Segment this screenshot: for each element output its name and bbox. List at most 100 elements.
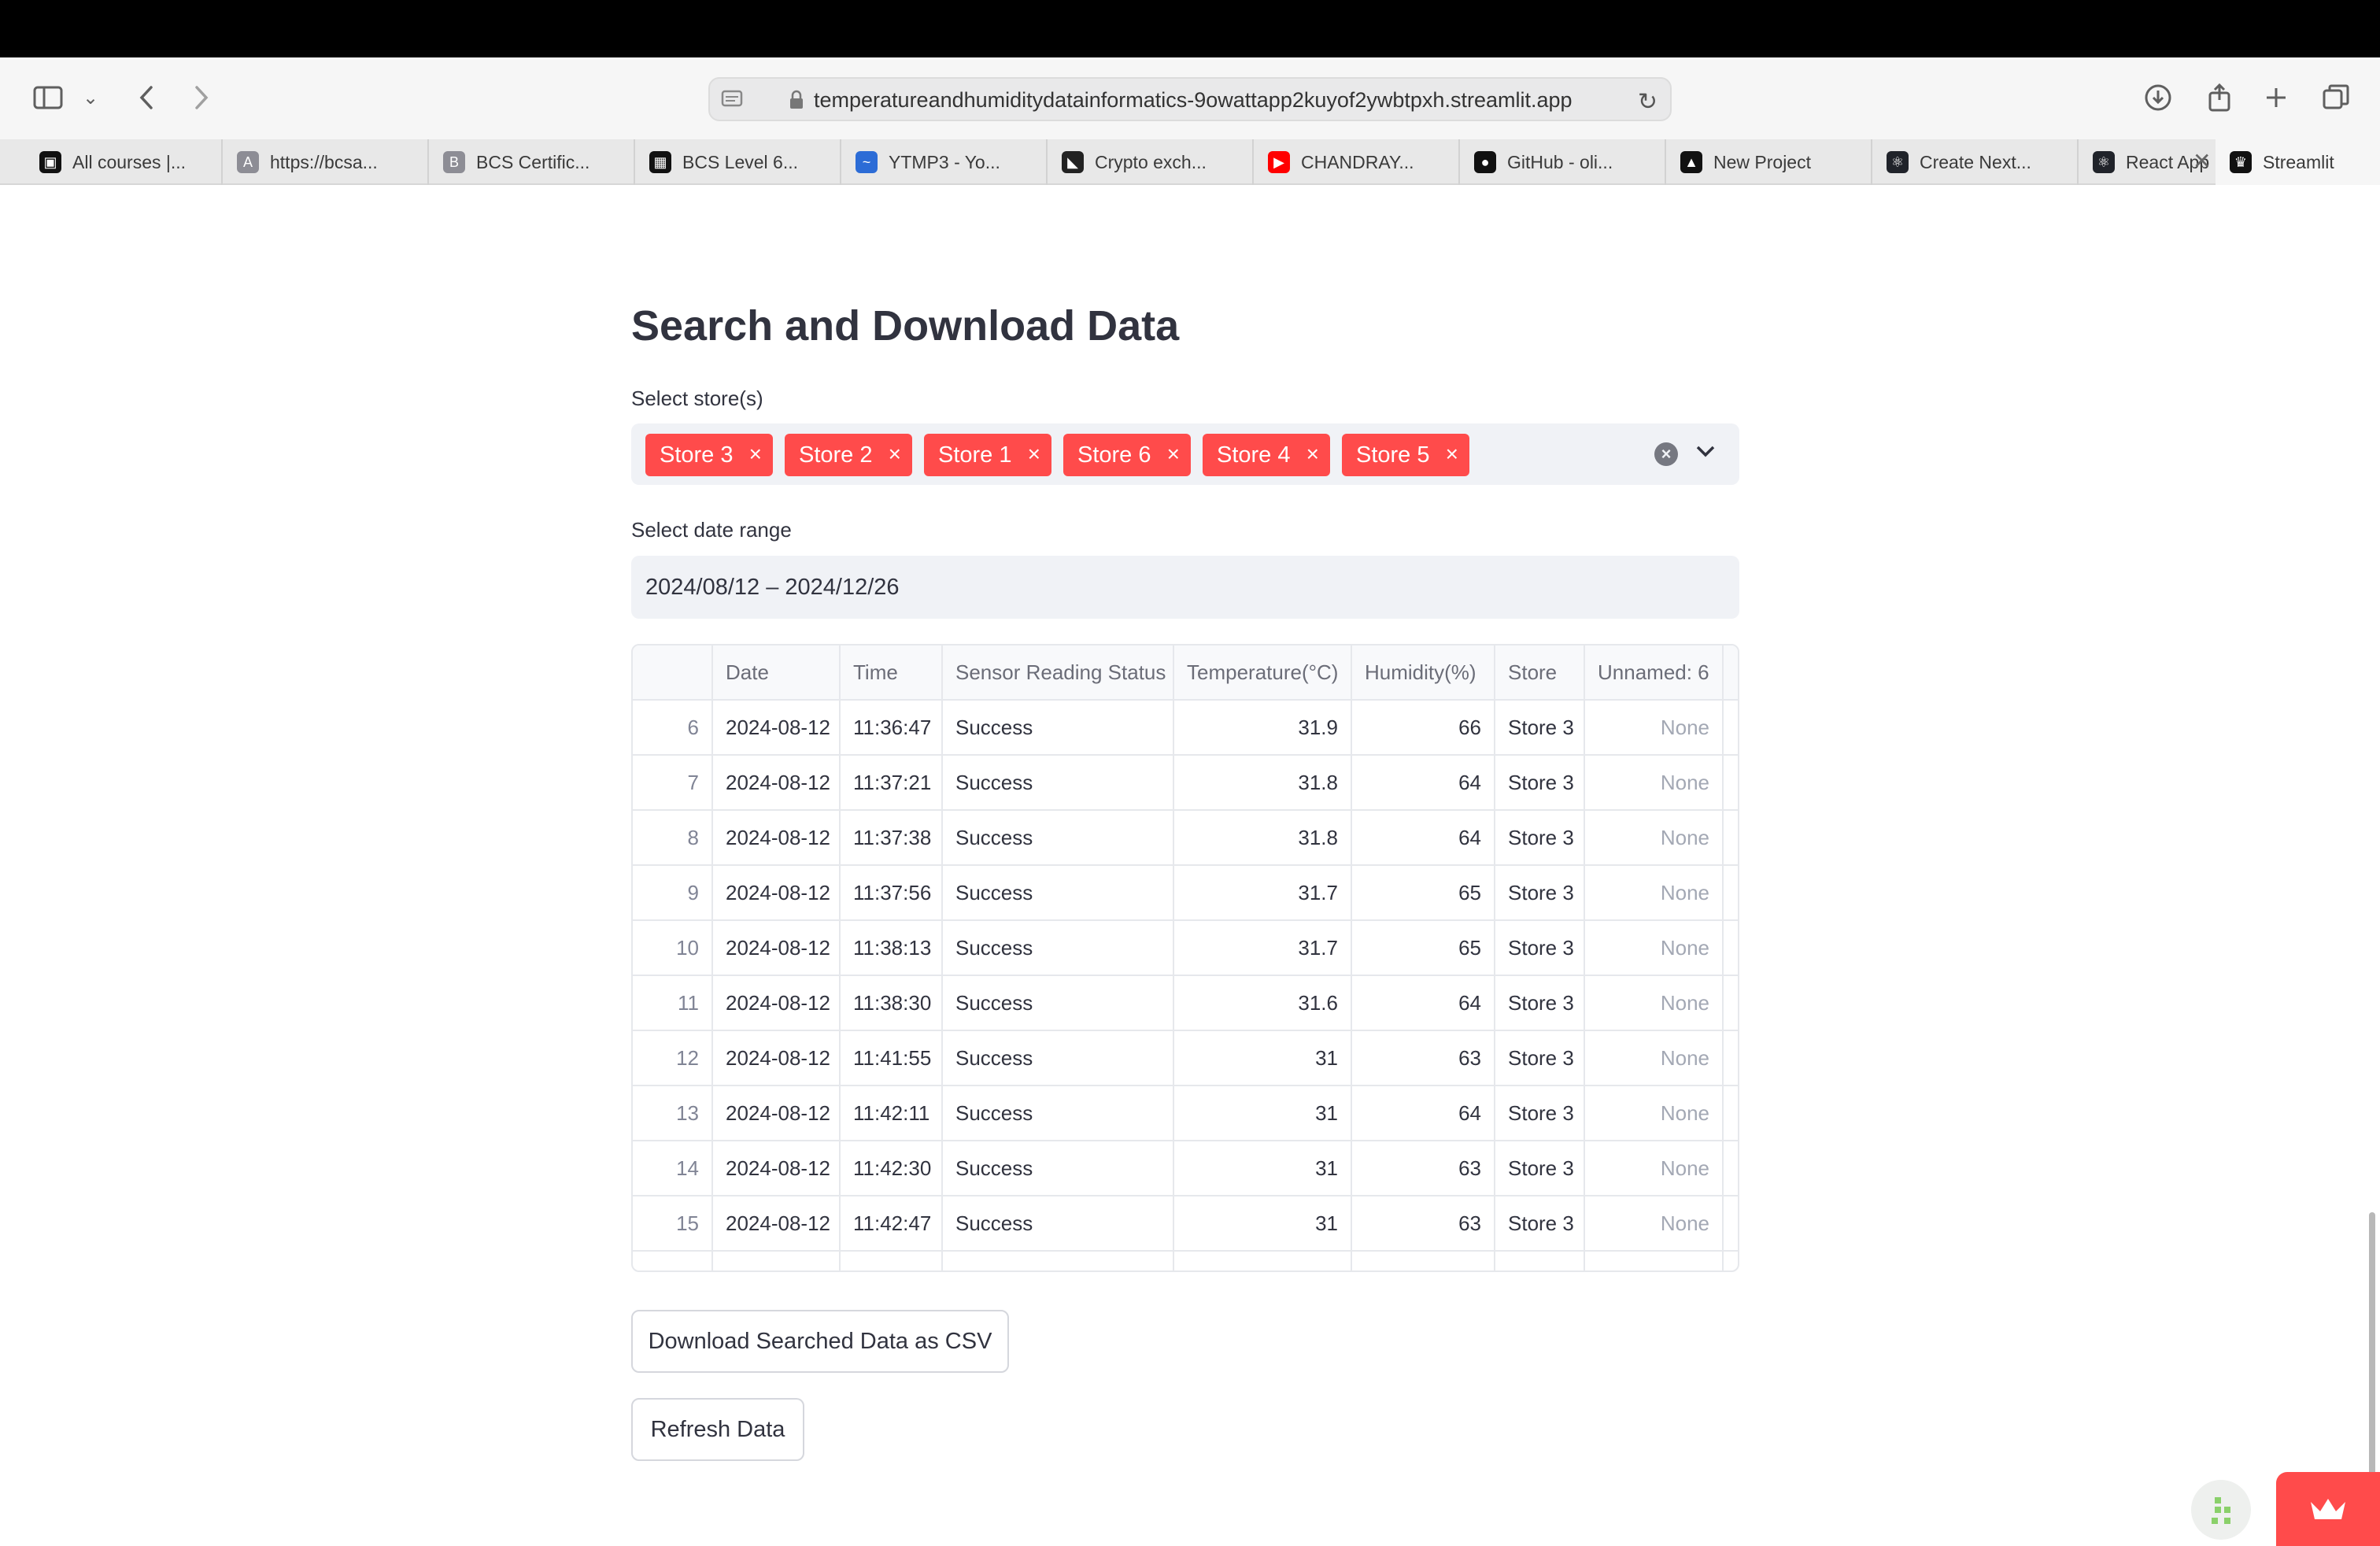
table-cell[interactable]: None — [1585, 1141, 1724, 1196]
table-cell[interactable]: Store 3 — [1495, 811, 1585, 866]
browser-tab[interactable]: ▣ All courses |... — [25, 139, 223, 185]
table-cell[interactable]: 11:38:13 — [841, 921, 943, 976]
table-cell[interactable]: None — [1585, 811, 1724, 866]
table-cell[interactable]: 64 — [1352, 1086, 1495, 1141]
table-cell[interactable] — [1585, 1252, 1724, 1270]
table-cell[interactable]: None — [1585, 1031, 1724, 1086]
table-cell[interactable]: 11:42:30 — [841, 1141, 943, 1196]
column-header[interactable]: Store — [1495, 645, 1585, 701]
table-cell[interactable]: 2024-08-12 — [713, 701, 841, 756]
table-cell[interactable] — [1724, 1141, 1738, 1196]
streamlit-crown-icon[interactable] — [2276, 1472, 2380, 1546]
store-chip[interactable]: Store 4 × — [1203, 434, 1330, 476]
column-header[interactable]: Humidity(%) — [1352, 645, 1495, 701]
table-cell[interactable]: Success — [943, 1086, 1174, 1141]
download-icon[interactable] — [2142, 76, 2174, 120]
table-cell[interactable]: 31.8 — [1174, 811, 1352, 866]
table-cell[interactable] — [943, 1252, 1174, 1270]
table-cell[interactable]: Store 3 — [1495, 1141, 1585, 1196]
browser-tab[interactable]: ◣ Crypto exch... — [1048, 139, 1254, 185]
table-cell[interactable]: 6 — [633, 701, 713, 756]
table-cell[interactable]: 13 — [633, 1086, 713, 1141]
table-row[interactable]: 6 2024-08-12 11:36:47 Success 31.9 66 Store 3N… — [633, 701, 1738, 756]
table-cell[interactable]: Success — [943, 921, 1174, 976]
table-cell[interactable]: None — [1585, 1086, 1724, 1141]
table-row[interactable]: 14 2024-08-12 11:42:30 Success 31 63 Store 3 No… — [633, 1141, 1738, 1196]
table-cell[interactable]: None — [1585, 701, 1724, 756]
remove-chip-icon[interactable]: × — [1028, 442, 1040, 467]
table-cell[interactable] — [1724, 976, 1738, 1031]
table-cell[interactable] — [1724, 1031, 1738, 1086]
browser-tab[interactable]: ▦ BCS Level 6... — [635, 139, 841, 185]
chevron-down-icon[interactable] — [1695, 438, 1716, 464]
table-row[interactable]: 7 2024-08-12 11:37:21 Success 31.8 64 Store 3N… — [633, 756, 1738, 811]
table-cell[interactable] — [1724, 921, 1738, 976]
table-cell[interactable]: 11:37:56 — [841, 866, 943, 921]
table-cell[interactable] — [1352, 1252, 1495, 1270]
table-cell[interactable]: 64 — [1352, 756, 1495, 811]
table-row[interactable]: 10 2024-08-12 11:38:13 Success 31.7 65 Store 3… — [633, 921, 1738, 976]
browser-tab[interactable]: ⚛ Create Next... — [1872, 139, 2079, 185]
table-cell[interactable]: 2024-08-12 — [713, 1196, 841, 1252]
table-cell[interactable]: 63 — [1352, 1141, 1495, 1196]
table-cell[interactable]: 11:41:55 — [841, 1031, 943, 1086]
table-cell[interactable]: 11 — [633, 976, 713, 1031]
store-chip[interactable]: Store 6 × — [1063, 434, 1191, 476]
download-csv-button[interactable]: Download Searched Data as CSV — [631, 1310, 1009, 1373]
table-cell[interactable]: 31 — [1174, 1086, 1352, 1141]
remove-chip-icon[interactable]: × — [1306, 442, 1319, 467]
store-chip[interactable]: Store 3 × — [645, 434, 773, 476]
table-cell[interactable]: 11:36:47 — [841, 701, 943, 756]
table-cell[interactable]: Store 3 — [1495, 1196, 1585, 1252]
table-cell[interactable]: 65 — [1352, 866, 1495, 921]
table-cell[interactable]: Store 3 — [1495, 1031, 1585, 1086]
table-cell[interactable]: 31.6 — [1174, 976, 1352, 1031]
browser-tab[interactable]: ● GitHub - oli... — [1460, 139, 1666, 185]
table-cell[interactable]: 31 — [1174, 1196, 1352, 1252]
table-cell[interactable]: 2024-08-12 — [713, 756, 841, 811]
reload-icon[interactable]: ↻ — [1638, 88, 1658, 116]
column-header[interactable] — [633, 645, 713, 701]
column-header[interactable]: U — [1724, 645, 1738, 701]
store-chip[interactable]: Store 5 × — [1342, 434, 1469, 476]
remove-chip-icon[interactable]: × — [749, 442, 762, 467]
table-row[interactable]: 11 2024-08-12 11:38:30 Success 31.6 64 Store 3… — [633, 976, 1738, 1031]
table-cell[interactable]: 14 — [633, 1141, 713, 1196]
table-row[interactable]: 12 2024-08-12 11:41:55 Success 31 63 Store 3 No… — [633, 1031, 1738, 1086]
table-cell[interactable]: 63 — [1352, 1196, 1495, 1252]
close-tab-icon[interactable]: ✕ — [2193, 148, 2211, 174]
chevron-down-icon[interactable]: ⌄ — [79, 76, 102, 120]
table-row[interactable]: 13 2024-08-12 11:42:11 Success 31 64 Store 3 No… — [633, 1086, 1738, 1141]
table-cell[interactable]: 2024-08-12 — [713, 1141, 841, 1196]
table-row[interactable]: 15 2024-08-12 11:42:47 Success 31 63 Store 3 No… — [633, 1196, 1738, 1252]
table-cell[interactable]: Store 3 — [1495, 866, 1585, 921]
table-cell[interactable]: 9 — [633, 866, 713, 921]
table-row[interactable]: 9 2024-08-12 11:37:56 Success 31.7 65 Store 3N… — [633, 866, 1738, 921]
table-cell[interactable]: 2024-08-12 — [713, 1031, 841, 1086]
table-cell[interactable]: Store 3 — [1495, 756, 1585, 811]
browser-tab[interactable]: B BCS Certific... — [429, 139, 635, 185]
table-cell[interactable]: Success — [943, 756, 1174, 811]
table-cell[interactable]: Success — [943, 1141, 1174, 1196]
remove-chip-icon[interactable]: × — [889, 442, 901, 467]
table-cell[interactable]: Success — [943, 811, 1174, 866]
table-cell[interactable]: Success — [943, 1031, 1174, 1086]
table-cell[interactable]: Store 3 — [1495, 976, 1585, 1031]
table-cell[interactable]: 31.8 — [1174, 756, 1352, 811]
browser-tab[interactable]: ▶ CHANDRAY... — [1254, 139, 1460, 185]
table-cell[interactable]: 64 — [1352, 976, 1495, 1031]
table-cell[interactable]: None — [1585, 976, 1724, 1031]
table-cell[interactable] — [713, 1252, 841, 1270]
refresh-data-button[interactable]: Refresh Data — [631, 1398, 804, 1461]
browser-tab[interactable]: Ahttps://bcsa... — [223, 139, 429, 185]
table-cell[interactable] — [1724, 701, 1738, 756]
table-cell[interactable]: 12 — [633, 1031, 713, 1086]
column-header[interactable]: Unnamed: 6 — [1585, 645, 1724, 701]
table-cell[interactable]: 7 — [633, 756, 713, 811]
table-cell[interactable]: 11:42:11 — [841, 1086, 943, 1141]
clear-all-icon[interactable]: × — [1654, 442, 1678, 466]
forward-icon[interactable] — [186, 76, 217, 120]
table-cell[interactable]: Success — [943, 1196, 1174, 1252]
column-header[interactable]: Sensor Reading Status — [943, 645, 1174, 701]
table-cell[interactable]: 31 — [1174, 1141, 1352, 1196]
